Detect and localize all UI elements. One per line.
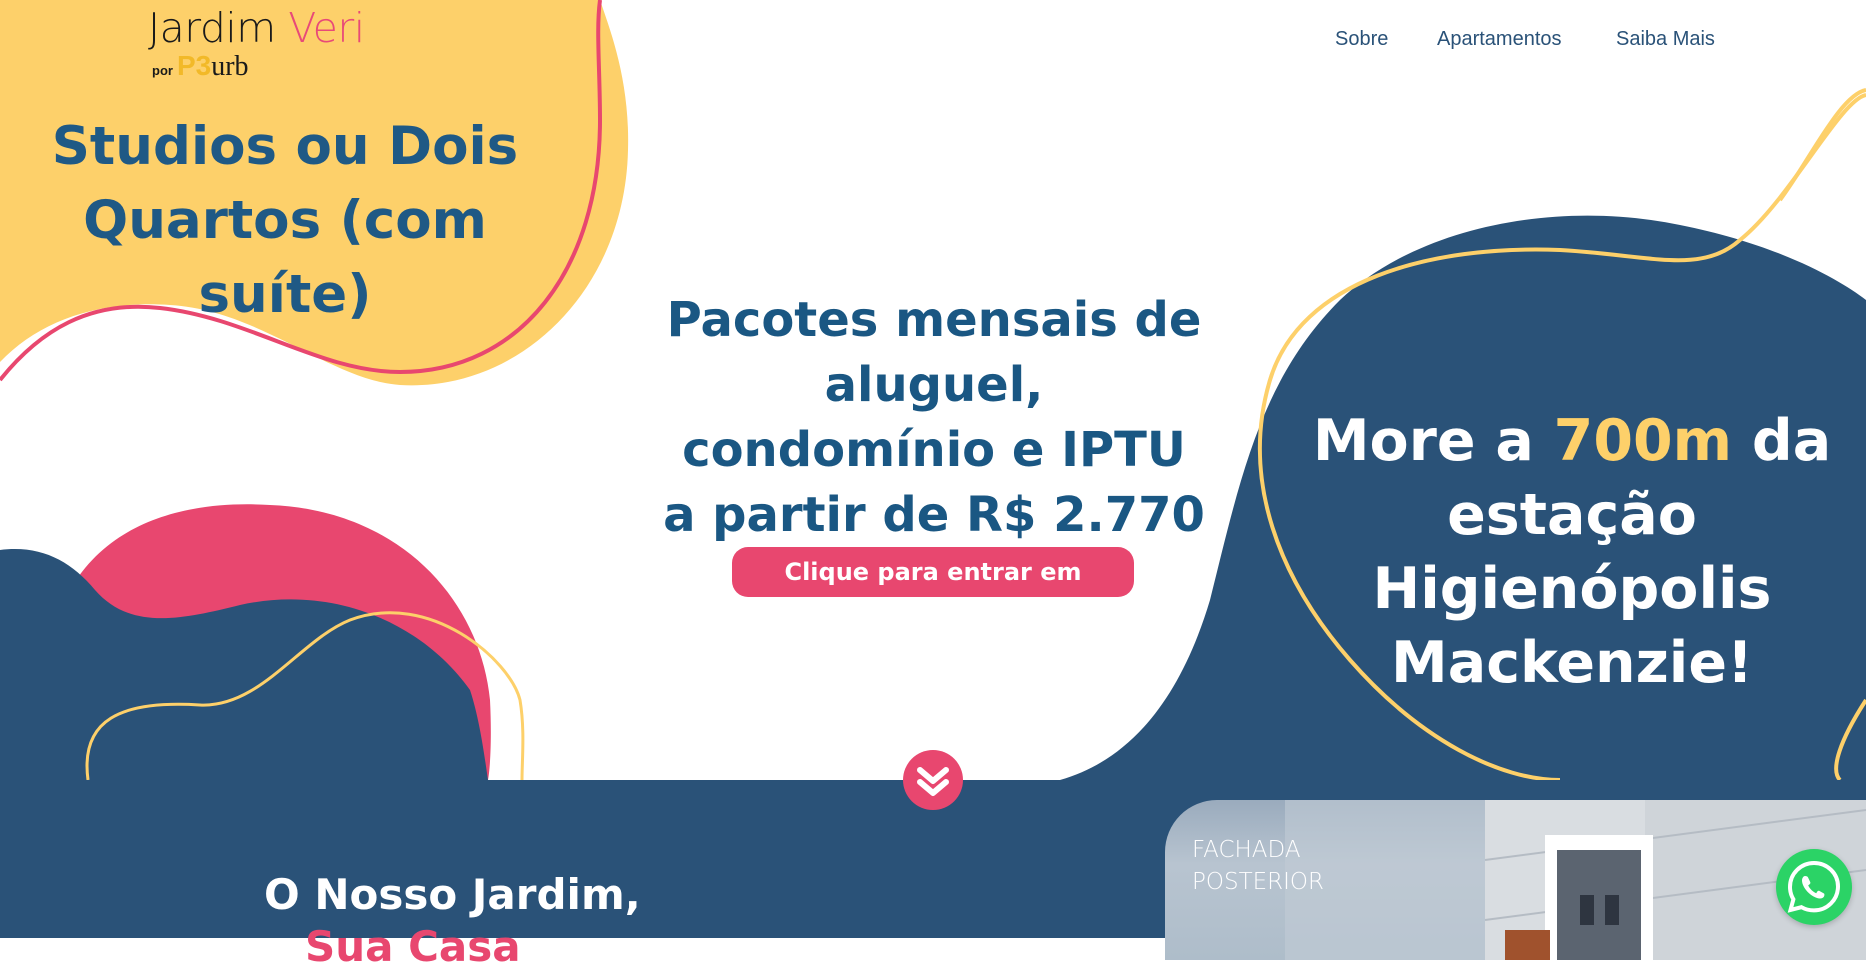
logo-name-part1: Jardim [148, 4, 276, 52]
nav-apartamentos[interactable]: Apartamentos [1437, 28, 1562, 51]
location-distance: 700m [1553, 408, 1733, 474]
hero-title-line1: Studios ou Dois [51, 116, 519, 177]
photo-caption-line2: POSTERIOR [1192, 869, 1325, 895]
logo-brand-p3: P3 [176, 50, 212, 81]
pricing-line3: a partir de R$ 2.770 [663, 487, 1205, 543]
nav-saiba-mais[interactable]: Saiba Mais [1616, 28, 1715, 51]
logo-subtitle: por P3urb [152, 50, 249, 83]
hero-title: Studios ou Dois Quartos (com suíte) [0, 110, 570, 332]
pricing-headline: Pacotes mensais de aluguel, condomínio e… [556, 288, 1312, 548]
logo-name-part2: Veri [288, 4, 365, 52]
location-headline: More a 700m da estação Higienópolis Mack… [1262, 404, 1866, 700]
scroll-down-button[interactable] [903, 750, 963, 810]
section-title: O Nosso Jardim, [264, 870, 641, 919]
site-logo[interactable]: Jardim Veri por P3urb [148, 4, 378, 82]
logo-by: por [152, 63, 173, 78]
nav-sobre[interactable]: Sobre [1335, 28, 1388, 51]
whatsapp-icon [1787, 860, 1841, 913]
facade-photo[interactable]: FACHADA POSTERIOR [1165, 800, 1866, 960]
whatsapp-button[interactable] [1776, 849, 1852, 925]
pricing-line1: Pacotes mensais de aluguel, [666, 292, 1202, 413]
pricing-line2: condomínio e IPTU [682, 422, 1186, 478]
location-line3: Mackenzie! [1391, 630, 1753, 696]
chevron-double-down-icon [917, 767, 949, 796]
photo-caption-line1: FACHADA [1192, 837, 1301, 863]
photo-caption: FACHADA POSTERIOR [1192, 834, 1324, 898]
logo-brand-urb: urb [211, 51, 249, 82]
location-line2: estação Higienópolis [1372, 482, 1772, 622]
logo-wordmark: Jardim Veri [148, 4, 365, 52]
contact-cta-button[interactable]: Clique para entrar em contato [732, 547, 1134, 636]
section-title-line2: Sua Casa [305, 922, 521, 971]
location-line1: More a 700m da [1262, 404, 1866, 478]
hero-title-line2: Quartos (com suíte) [83, 190, 487, 325]
location-line1-end: da [1751, 408, 1832, 474]
location-line1-start: More a [1312, 408, 1534, 474]
